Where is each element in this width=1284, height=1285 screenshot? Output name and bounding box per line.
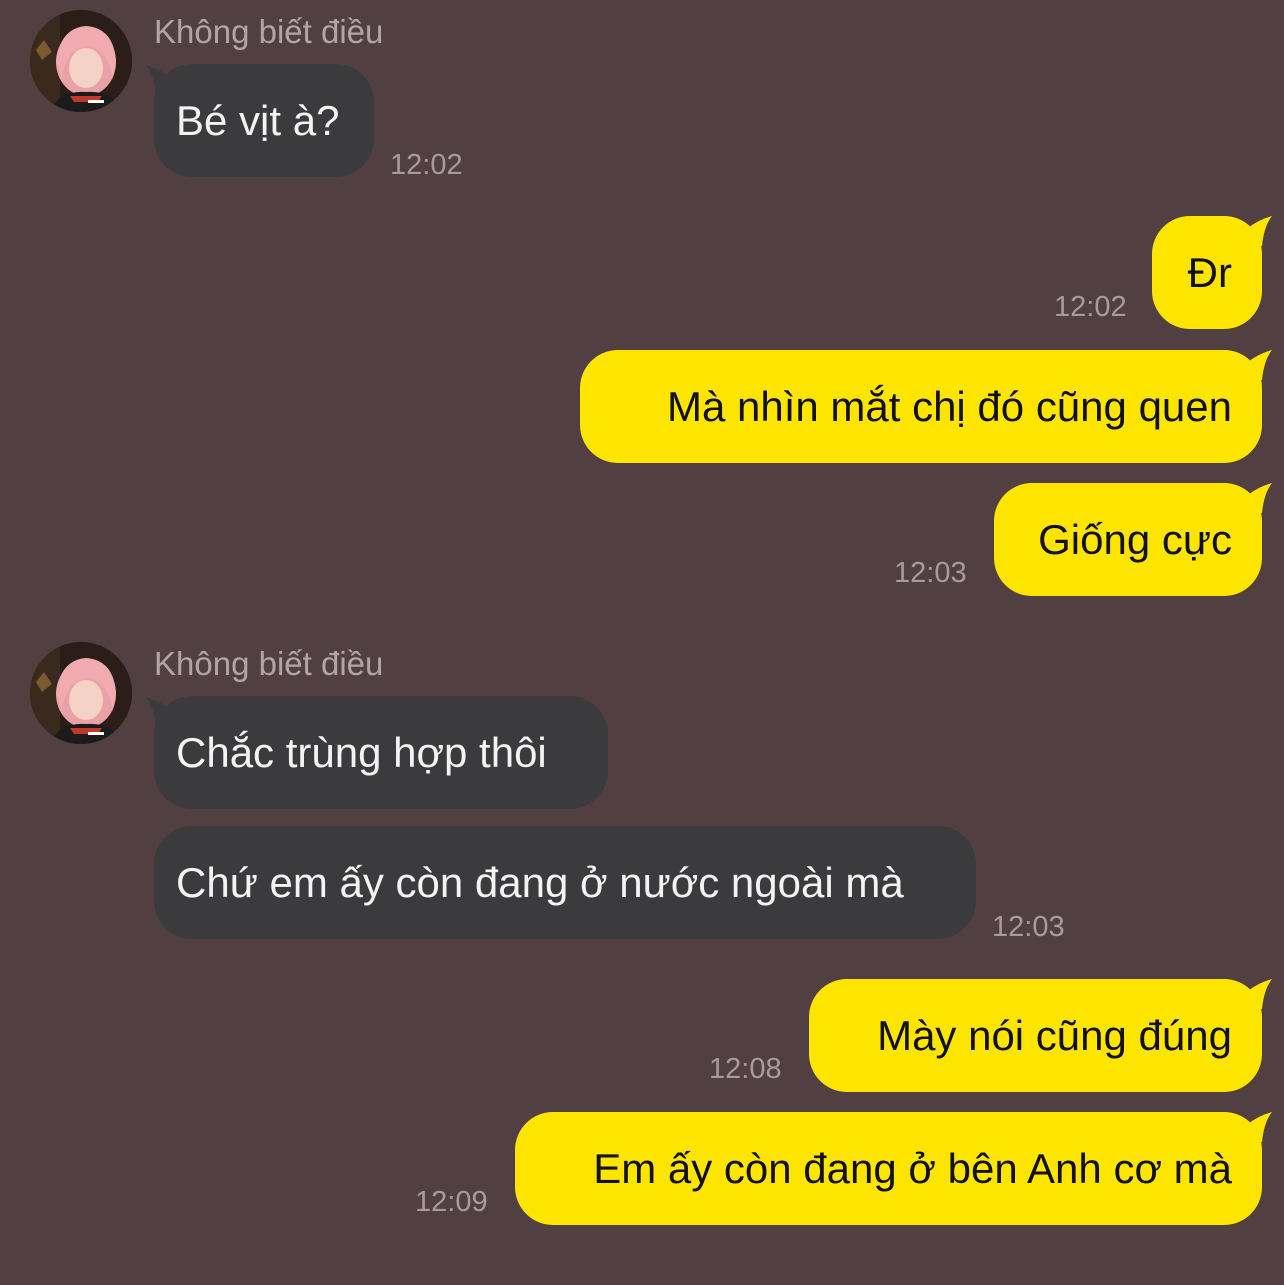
message-text: Giống cực	[1038, 516, 1232, 563]
message-bubble-incoming[interactable]: Bé vịt à?	[154, 64, 374, 177]
message-text: Chắc trùng hợp thôi	[176, 729, 547, 776]
avatar[interactable]	[30, 642, 132, 744]
message-text: Mà nhìn mắt chị đó cũng quen	[666, 383, 1232, 430]
message-timestamp: 12:09	[415, 1186, 488, 1218]
message-bubble-incoming[interactable]: Chứ em ấy còn đang ở nước ngoài mà	[154, 826, 976, 939]
sender-name: Không biết điều	[154, 645, 384, 682]
message-bubble-outgoing[interactable]: Em ấy còn đang ở bên Anh cơ mà	[515, 1112, 1262, 1225]
message-bubble-outgoing[interactable]: Mày nói cũng đúng	[809, 979, 1262, 1092]
message-timestamp: 12:02	[1054, 291, 1127, 323]
message-bubble-outgoing[interactable]: Mà nhìn mắt chị đó cũng quen	[580, 350, 1262, 463]
message-text: Chứ em ấy còn đang ở nước ngoài mà	[176, 859, 904, 906]
sender-name: Không biết điều	[154, 13, 384, 50]
message-bubble-incoming[interactable]: Chắc trùng hợp thôi	[154, 696, 608, 809]
avatar[interactable]	[30, 10, 132, 112]
avatar-image	[30, 642, 132, 744]
message-timestamp: 12:03	[894, 557, 967, 589]
message-text: Mày nói cũng đúng	[877, 1012, 1232, 1059]
message-timestamp: 12:02	[390, 149, 463, 181]
message-timestamp: 12:03	[992, 911, 1065, 943]
message-text: Bé vịt à?	[176, 97, 340, 144]
avatar-image	[30, 10, 132, 112]
message-timestamp: 12:08	[709, 1053, 782, 1085]
message-text: Em ấy còn đang ở bên Anh cơ mà	[593, 1145, 1232, 1192]
message-text: Đr	[1187, 249, 1232, 296]
message-bubble-outgoing[interactable]: Giống cực	[994, 483, 1262, 596]
message-bubble-outgoing[interactable]: Đr	[1152, 216, 1262, 329]
